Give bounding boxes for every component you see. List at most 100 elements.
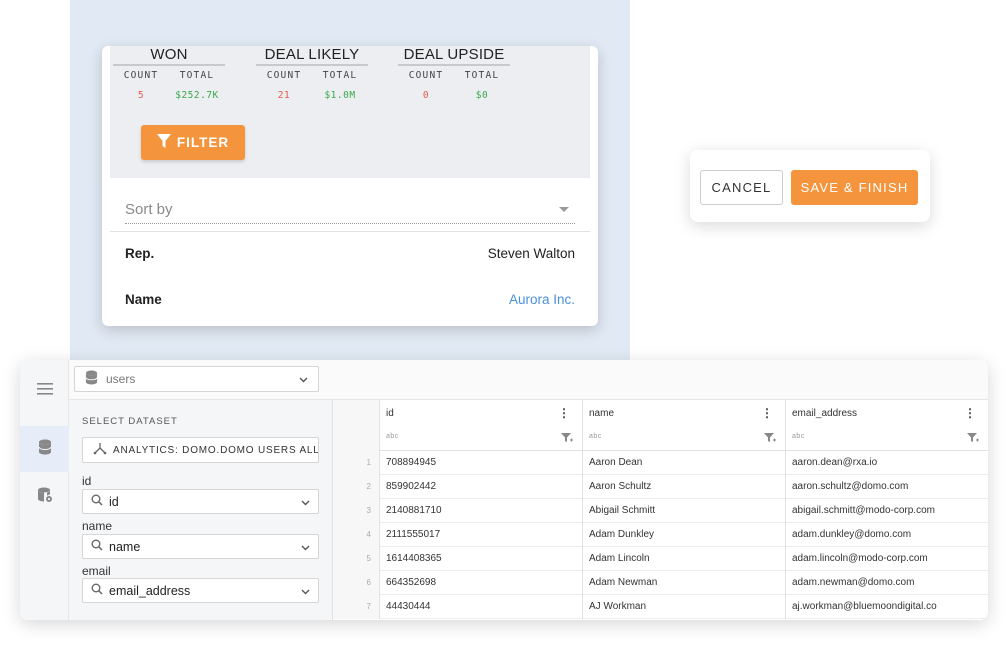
column-name: email_address <box>792 408 858 419</box>
cell-id: 708894945 <box>380 451 583 475</box>
field-select-name[interactable]: name <box>82 534 319 559</box>
filter-icon[interactable] <box>764 430 776 448</box>
cell-name: AJ Workman <box>583 595 786 619</box>
caret-down-icon <box>559 207 569 212</box>
field-label-email: email <box>82 564 111 578</box>
cell-id: 44430444 <box>380 595 583 619</box>
count-value: 5 <box>137 90 145 101</box>
cell-email: adam.newman@domo.com <box>792 577 915 588</box>
cell-email: abigail.schmitt@modo-corp.com <box>792 505 935 516</box>
rail-datasets[interactable] <box>20 426 69 472</box>
column-header-name[interactable]: name ⋮ abc <box>583 400 786 451</box>
database-icon <box>85 370 98 388</box>
field-label-name: name <box>82 519 113 533</box>
field-select-email[interactable]: email_address <box>82 578 319 603</box>
cell-name: Adam Dunkley <box>583 523 786 547</box>
cell-email: aj.workman@bluemoondigital.co <box>792 601 937 612</box>
name-label: Name <box>125 292 162 307</box>
table-row[interactable]: 4 2111555017 Adam Dunkley adam.dunkley@d… <box>333 523 988 547</box>
sort-by-placeholder: Sort by <box>125 201 173 218</box>
cell-id: 2140881710 <box>380 499 583 523</box>
field-value-name: name <box>109 539 141 554</box>
column-header-id[interactable]: id ⋮ abc <box>380 400 583 451</box>
top-bar: users <box>69 360 988 400</box>
row-number: 5 <box>333 547 380 571</box>
filter-button[interactable]: FILTER <box>141 125 245 160</box>
row-number: 7 <box>333 595 380 619</box>
table-row[interactable]: 5 1614408365 Adam Lincoln adam.lincoln@m… <box>333 547 988 571</box>
count-value: 21 <box>277 90 291 101</box>
kebab-menu-icon[interactable]: ⋮ <box>761 407 773 419</box>
save-finish-button[interactable]: SAVE & FINISH <box>791 170 918 205</box>
count-value: 0 <box>422 90 430 101</box>
metric-won: WON COUNT 5 TOTAL $252.7K <box>113 46 225 101</box>
grid-header: id ⋮ abc name ⋮ abc email_address ⋮ abc <box>333 400 988 451</box>
filter-icon[interactable] <box>561 430 573 448</box>
row-number: 6 <box>333 571 380 595</box>
count-label: COUNT <box>408 70 444 81</box>
cell-name: Aaron Dean <box>583 451 786 475</box>
dataset-button[interactable]: ANALYTICS: DOMO.DOMO USERS ALL... <box>82 437 319 463</box>
cell-email: adam.lincoln@modo-corp.com <box>792 553 928 564</box>
row-number: 4 <box>333 523 380 547</box>
table-row[interactable]: 6 664352698 Adam Newman adam.newman@domo… <box>333 571 988 595</box>
cell-email: adam.dunkley@domo.com <box>792 529 912 540</box>
row-number: 1 <box>333 451 380 475</box>
chevron-down-icon <box>301 540 310 554</box>
count-label: COUNT <box>123 70 159 81</box>
metric-title: DEAL LIKELY <box>256 46 368 66</box>
dataset-app: users SELECT DATASET ANALYTICS: DOMO.DOM… <box>20 360 988 620</box>
rail-dataset-settings[interactable] <box>20 474 69 520</box>
filter-icon[interactable] <box>967 430 979 448</box>
table-row[interactable]: 7 44430444 AJ Workman aj.workman@bluemoo… <box>333 595 988 619</box>
total-label: TOTAL <box>322 70 358 81</box>
column-type: abc <box>589 433 602 440</box>
table-row[interactable]: 1 708894945 Aaron Dean aaron.dean@rxa.io <box>333 451 988 475</box>
mapping-panel: SELECT DATASET ANALYTICS: DOMO.DOMO USER… <box>69 400 333 620</box>
table-row[interactable]: 2 859902442 Aaron Schultz aaron.schultz@… <box>333 475 988 499</box>
metric-title: WON <box>113 46 225 66</box>
field-select-id[interactable]: id <box>82 489 319 514</box>
side-rail <box>20 360 69 620</box>
select-dataset-title: SELECT DATASET <box>82 416 178 427</box>
menu-button[interactable] <box>20 368 69 414</box>
action-card: CANCEL SAVE & FINISH <box>690 150 930 222</box>
sort-by-select[interactable]: Sort by <box>125 196 575 224</box>
kebab-menu-icon[interactable]: ⋮ <box>964 407 976 419</box>
column-header-email[interactable]: email_address ⋮ abc <box>786 400 988 451</box>
column-name: name <box>589 408 615 419</box>
field-value-id: id <box>109 494 119 509</box>
cell-id: 1614408365 <box>380 547 583 571</box>
row-number-header <box>333 400 380 451</box>
table-row[interactable]: 3 2140881710 Abigail Schmitt abigail.sch… <box>333 499 988 523</box>
name-link[interactable]: Aurora Inc. <box>509 292 575 307</box>
chevron-down-icon <box>301 495 310 509</box>
metrics-area: WON COUNT 5 TOTAL $252.7K DEAL LIKELY CO… <box>110 46 590 178</box>
column-type: abc <box>386 433 399 440</box>
metric-deal-likely: DEAL LIKELY COUNT 21 TOTAL $1.0M <box>256 46 368 101</box>
dataflow-icon <box>93 442 107 458</box>
cancel-button[interactable]: CANCEL <box>700 170 783 205</box>
column-name: id <box>386 408 394 419</box>
count-label: COUNT <box>266 70 302 81</box>
cell-id: 859902442 <box>380 475 583 499</box>
dataset-select-value: users <box>106 372 136 386</box>
database-icon <box>38 439 52 460</box>
search-icon <box>91 494 103 509</box>
total-value: $252.7K <box>175 90 219 101</box>
cell-id: 664352698 <box>380 571 583 595</box>
rep-row: Rep. Steven Walton <box>125 246 575 261</box>
row-number: 2 <box>333 475 380 499</box>
cell-name: Adam Newman <box>583 571 786 595</box>
cell-name: Aaron Schultz <box>583 475 786 499</box>
metric-title: DEAL UPSIDE <box>398 46 510 66</box>
dataset-button-label: ANALYTICS: DOMO.DOMO USERS ALL... <box>113 444 319 456</box>
total-label: TOTAL <box>179 70 215 81</box>
field-value-email: email_address <box>109 583 191 598</box>
chevron-down-icon <box>301 584 310 598</box>
deal-card: WON COUNT 5 TOTAL $252.7K DEAL LIKELY CO… <box>102 46 598 326</box>
dataset-select[interactable]: users <box>74 366 319 392</box>
filter-icon <box>156 133 171 152</box>
chevron-down-icon <box>299 372 308 386</box>
kebab-menu-icon[interactable]: ⋮ <box>558 407 570 419</box>
